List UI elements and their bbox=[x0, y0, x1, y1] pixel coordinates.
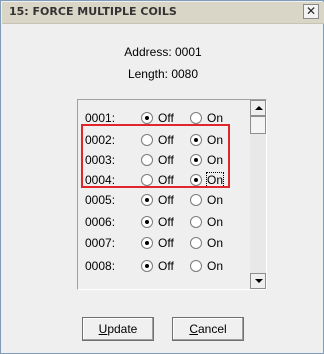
on-label[interactable]: On bbox=[207, 215, 223, 229]
title-bar: 15: FORCE MULTIPLE COILS ✕ bbox=[2, 2, 324, 24]
on-label[interactable]: On bbox=[207, 111, 223, 125]
scroll-up-arrow-icon[interactable] bbox=[250, 100, 266, 116]
cancel-label: ancel bbox=[197, 322, 227, 336]
coil-0005-off-radio[interactable] bbox=[141, 194, 153, 206]
coil-address: 0008: bbox=[85, 259, 116, 273]
vertical-scrollbar[interactable] bbox=[250, 100, 266, 289]
on-label[interactable]: On bbox=[207, 193, 223, 207]
coil-row: 0006: Off On bbox=[78, 214, 250, 230]
coil-0007-off-radio[interactable] bbox=[141, 237, 153, 249]
highlight-annotation-box bbox=[81, 124, 230, 188]
cancel-button[interactable]: Cancel bbox=[172, 317, 244, 341]
off-label[interactable]: Off bbox=[158, 259, 174, 273]
coil-row: 0007: Off On bbox=[78, 235, 250, 251]
coil-0007-on-radio[interactable] bbox=[190, 237, 202, 249]
coil-row: 0005: Off On bbox=[78, 192, 250, 208]
coil-0008-on-radio[interactable] bbox=[190, 260, 202, 272]
on-label[interactable]: On bbox=[207, 236, 223, 250]
coil-0005-on-radio[interactable] bbox=[190, 194, 202, 206]
update-button[interactable]: Update bbox=[82, 317, 154, 341]
address-label: Address: 0001 bbox=[124, 45, 202, 59]
off-label[interactable]: Off bbox=[158, 215, 174, 229]
off-label[interactable]: Off bbox=[158, 111, 174, 125]
scroll-down-arrow-icon[interactable] bbox=[250, 273, 266, 289]
coil-0001-on-radio[interactable] bbox=[190, 112, 202, 124]
off-label[interactable]: Off bbox=[158, 193, 174, 207]
coil-row: 0008: Off On bbox=[78, 258, 250, 274]
coil-0001-off-radio[interactable] bbox=[141, 112, 153, 124]
coil-0006-off-radio[interactable] bbox=[141, 216, 153, 228]
cancel-mnemonic: C bbox=[189, 322, 198, 336]
on-label[interactable]: On bbox=[207, 259, 223, 273]
force-multiple-coils-dialog: 15: FORCE MULTIPLE COILS ✕ Address: 0001… bbox=[0, 0, 324, 354]
coil-address: 0005: bbox=[85, 193, 116, 207]
update-label: pdate bbox=[107, 322, 138, 336]
scroll-thumb[interactable] bbox=[250, 116, 266, 134]
update-mnemonic: U bbox=[98, 322, 108, 336]
coil-0008-off-radio[interactable] bbox=[141, 260, 153, 272]
coil-address: 0001: bbox=[85, 111, 116, 125]
window-title: 15: FORCE MULTIPLE COILS bbox=[9, 5, 177, 18]
off-label[interactable]: Off bbox=[158, 236, 174, 250]
coil-address: 0006: bbox=[85, 215, 116, 229]
length-label: Length: 0080 bbox=[127, 67, 199, 81]
coil-0006-on-radio[interactable] bbox=[190, 216, 202, 228]
close-icon: ✕ bbox=[305, 4, 317, 18]
coil-address: 0007: bbox=[85, 236, 116, 250]
close-button[interactable]: ✕ bbox=[303, 4, 319, 19]
